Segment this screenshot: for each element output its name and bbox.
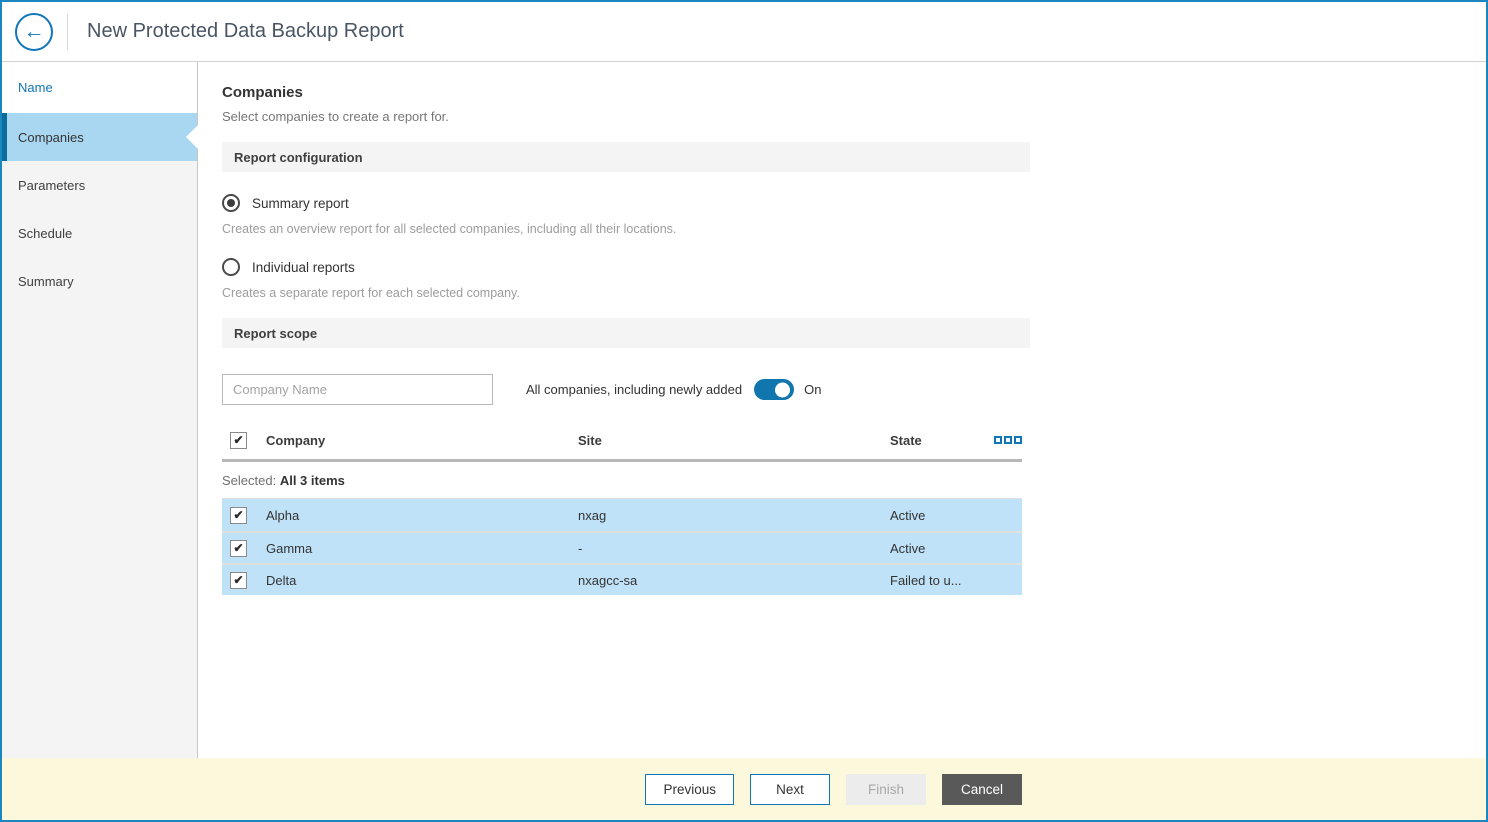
check-icon: ✔: [233, 508, 244, 522]
back-button[interactable]: ←: [15, 12, 53, 51]
cell-site: nxagcc-sa: [578, 572, 638, 588]
check-icon: ✔: [233, 541, 244, 555]
radio-icon[interactable]: [222, 194, 240, 212]
section-report-configuration: Report configuration: [222, 142, 1030, 172]
sidebar-item-label: Name: [18, 80, 53, 95]
cell-company: Alpha: [266, 507, 300, 523]
check-icon: ✔: [233, 573, 244, 587]
radio-individual-reports[interactable]: Individual reports: [222, 258, 355, 276]
cell-site: nxag: [578, 507, 607, 523]
cell-state: Active: [890, 540, 926, 556]
header-divider: [67, 13, 68, 50]
cell-company: Delta: [266, 572, 297, 588]
sidebar-item-label: Companies: [18, 129, 84, 145]
all-companies-toggle-label: All companies, including newly added: [526, 382, 743, 397]
all-companies-toggle[interactable]: [754, 379, 795, 400]
radio-label: Summary report: [252, 195, 349, 211]
row-checkbox[interactable]: ✔: [230, 539, 247, 557]
toggle-state-text: On: [804, 382, 822, 397]
sidebar-item-parameters[interactable]: Parameters: [2, 161, 197, 209]
section-title: Report configuration: [234, 149, 363, 165]
sidebar-item-label: Schedule: [18, 225, 73, 241]
finish-button: Finish: [846, 773, 926, 805]
wizard-steps-sidebar: Name Companies Parameters Schedule Summa…: [2, 62, 198, 758]
sidebar-item-name[interactable]: Name: [2, 62, 197, 113]
table-row[interactable]: ✔ Delta nxagcc-sa Failed to u...: [222, 563, 1022, 595]
scope-filter-row: All companies, including newly added On: [222, 374, 1030, 405]
company-name-filter-input[interactable]: [222, 374, 493, 405]
wizard-footer: Previous Next Finish Cancel: [2, 758, 1486, 820]
check-icon: ✔: [233, 433, 244, 447]
page-title: New Protected Data Backup Report: [87, 20, 404, 42]
column-header-state: State: [890, 432, 922, 448]
select-all-checkbox[interactable]: ✔: [230, 431, 247, 449]
previous-button[interactable]: Previous: [645, 773, 734, 805]
column-chooser-icon[interactable]: [994, 436, 1022, 444]
radio-summary-report[interactable]: Summary report: [222, 194, 349, 212]
cell-site: -: [578, 540, 583, 556]
cell-state: Failed to u...: [890, 572, 962, 588]
column-header-site: Site: [578, 432, 602, 448]
step-subheading: Select companies to create a report for.: [222, 109, 449, 124]
row-checkbox[interactable]: ✔: [230, 571, 247, 589]
step-content: Companies Select companies to create a r…: [198, 62, 1486, 758]
radio-label: Individual reports: [252, 259, 355, 275]
selection-summary: Selected: All 3 items: [222, 462, 1022, 498]
sidebar-item-label: Summary: [18, 273, 74, 289]
sidebar-item-summary[interactable]: Summary: [2, 257, 197, 305]
section-title: Report scope: [234, 325, 318, 341]
table-row[interactable]: ✔ Alpha nxag Active: [222, 499, 1022, 531]
row-checkbox[interactable]: ✔: [230, 506, 247, 524]
selected-prefix: Selected:: [222, 473, 277, 488]
selected-count: All 3 items: [279, 473, 345, 488]
radio-summary-description: Creates an overview report for all selec…: [222, 222, 677, 236]
cell-state: Active: [890, 507, 926, 523]
sidebar-item-label: Parameters: [18, 177, 86, 193]
next-button[interactable]: Next: [750, 773, 830, 805]
back-arrow-icon: ←: [23, 20, 45, 43]
cell-company: Gamma: [266, 540, 313, 556]
sidebar-item-schedule[interactable]: Schedule: [2, 209, 197, 257]
cancel-button[interactable]: Cancel: [942, 773, 1022, 805]
radio-icon[interactable]: [222, 258, 240, 276]
companies-table: ✔ Company Site State Selected: All 3 ite…: [222, 423, 1022, 595]
column-header-company: Company: [266, 432, 326, 448]
step-heading: Companies: [222, 84, 303, 101]
wizard-header: ← New Protected Data Backup Report: [2, 2, 1486, 62]
section-report-scope: Report scope: [222, 318, 1030, 348]
radio-individual-description: Creates a separate report for each selec…: [222, 286, 520, 300]
table-body: ✔ Alpha nxag Active ✔ Gamma - Active ✔ D…: [222, 498, 1022, 595]
sidebar-item-companies[interactable]: Companies: [2, 113, 197, 161]
table-header-row: ✔ Company Site State: [222, 423, 1022, 457]
table-row[interactable]: ✔ Gamma - Active: [222, 531, 1022, 563]
